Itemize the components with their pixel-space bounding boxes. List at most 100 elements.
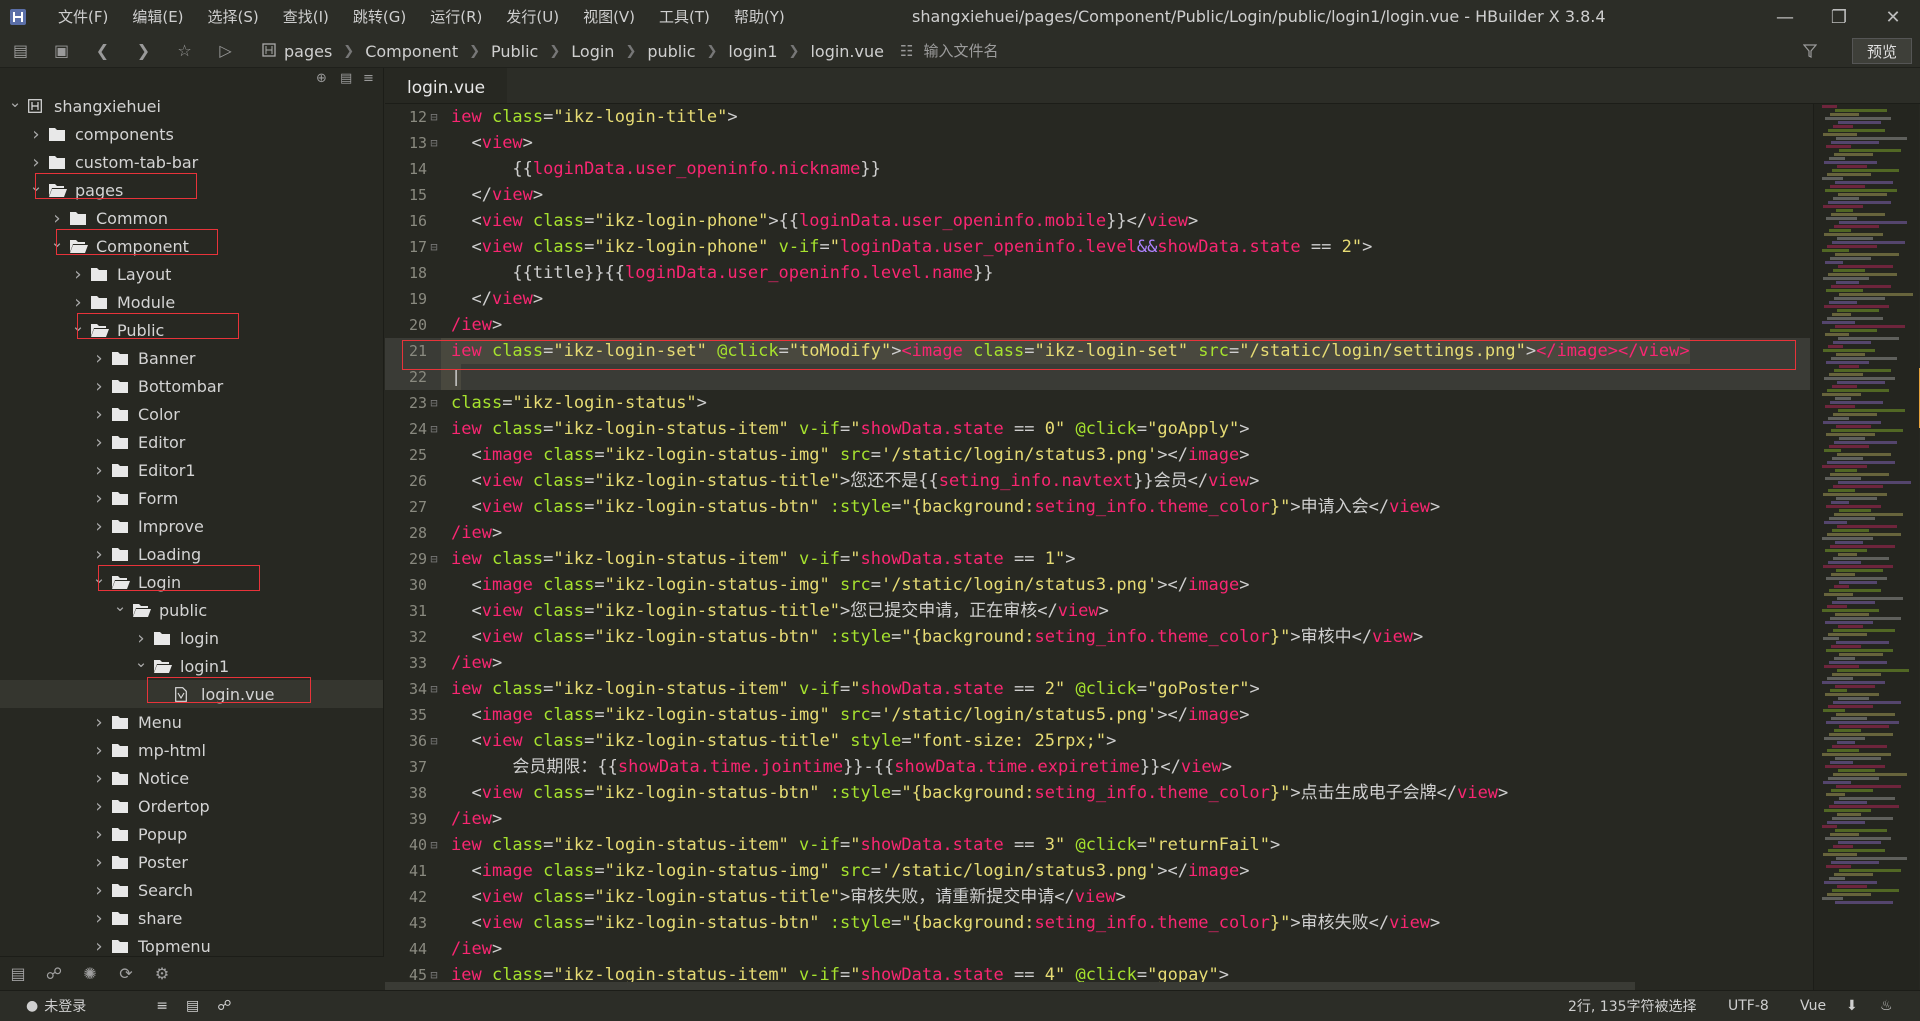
terminal-icon[interactable]: ▤ [186,998,199,1014]
code-line[interactable]: 14 {{loginData.user_openinfo.nickname}} [385,156,1810,182]
code-line[interactable]: 28/iew> [385,520,1810,546]
tree-folder-item[interactable]: ⌄ shangxiehuei [0,92,383,120]
language-mode[interactable]: Vue [1800,998,1826,1014]
fold-minus-icon[interactable]: ⊟ [427,546,441,572]
code-line[interactable]: 40 ⊟ iew class="ikz-login-status-item" v-i… [385,832,1810,858]
chevron-right-icon[interactable]: › [71,264,85,285]
chevron-down-icon[interactable]: ⌄ [71,317,85,335]
close-icon[interactable]: ✕ [1866,0,1920,34]
preview-button[interactable]: 预览 [1852,38,1912,64]
fold-minus-icon[interactable]: ⊟ [427,416,441,442]
code-line[interactable]: 15 </view> [385,182,1810,208]
chevron-down-icon[interactable]: ⌄ [8,93,22,111]
tree-folder-item[interactable]: › Editor1 [0,456,383,484]
chevron-down-icon[interactable]: ⌄ [29,177,43,195]
fold-minus-icon[interactable]: ⊟ [427,130,441,156]
login-status[interactable]: 未登录 [44,996,86,1016]
code-line[interactable]: 41 <image class="ikz-login-status-img" s… [385,858,1810,884]
code-line[interactable]: 31 <view class="ikz-login-status-title">… [385,598,1810,624]
chevron-right-icon[interactable]: › [29,152,43,173]
chevron-right-icon[interactable]: › [92,544,106,565]
code-line[interactable]: 13 ⊟ <view> [385,130,1810,156]
code-line[interactable]: 24 ⊟ iew class="ikz-login-status-item" v-i… [385,416,1810,442]
fold-minus-icon[interactable]: ⊟ [427,832,441,858]
horizontal-scrollbar[interactable] [385,982,1635,990]
chevron-down-icon[interactable]: ⌄ [113,597,127,615]
tree-folder-item[interactable]: ⌄ Public [0,316,383,344]
encoding[interactable]: UTF-8 [1728,998,1769,1014]
binoculars-icon[interactable]: ☍ [36,964,72,983]
breadcrumb-item[interactable]: public [647,42,695,61]
bug-icon[interactable]: ✺ [72,964,108,983]
code-line[interactable]: 25 <image class="ikz-login-status-img" s… [385,442,1810,468]
menu-item[interactable]: 运行(R) [418,0,494,34]
breadcrumb-item[interactable]: Login [571,42,614,61]
chevron-right-icon[interactable]: › [50,208,64,229]
tree-folder-item[interactable]: › Topmenu [0,932,383,957]
code-line[interactable]: 36 ⊟ <view class="ikz-login-status-title"… [385,728,1810,754]
list-icon[interactable]: ≡ [156,998,168,1014]
code-line[interactable]: 26 <view class="ikz-login-status-title">… [385,468,1810,494]
tree-folder-item[interactable]: › Poster [0,848,383,876]
tree-folder-item[interactable]: › Loading [0,540,383,568]
tree-folder-item[interactable]: › Improve [0,512,383,540]
tree-folder-item[interactable]: › custom-tab-bar [0,148,383,176]
breadcrumb-item[interactable]: login.vue [810,42,884,61]
code-line[interactable]: 16 <view class="ikz-login-phone">{{login… [385,208,1810,234]
tree-folder-item[interactable]: ⌄ login1 [0,652,383,680]
tree-folder-item[interactable]: › Notice [0,764,383,792]
menu-item[interactable]: 编辑(E) [120,0,195,34]
chevron-down-icon[interactable]: ⌄ [134,653,148,671]
chevron-right-icon[interactable]: › [92,404,106,425]
tab-login-vue[interactable]: login.vue [385,68,508,103]
chevron-right-icon[interactable]: › [92,460,106,481]
code-line[interactable]: 37 会员期限：{{showData.time.jointime}}-{{sho… [385,754,1810,780]
tree-folder-item[interactable]: › Bottombar [0,372,383,400]
code-line[interactable]: 30 <image class="ikz-login-status-img" s… [385,572,1810,598]
code-line[interactable]: 42 <view class="ikz-login-status-title">… [385,884,1810,910]
menu-item[interactable]: 文件(F) [46,0,120,34]
forward-icon[interactable]: ❯ [123,34,164,68]
web-icon[interactable]: ☍ [217,998,231,1014]
tree-folder-item[interactable]: › Banner [0,344,383,372]
tree-folder-item[interactable]: › Menu [0,708,383,736]
star-icon[interactable]: ☆ [164,34,205,68]
bell-icon[interactable]: ♨ [1880,998,1893,1014]
plugin-icon[interactable]: ⚙ [144,964,180,983]
tree-folder-item[interactable]: › Color [0,400,383,428]
tree-folder-item[interactable]: › share [0,904,383,932]
code-line[interactable]: 19 </view> [385,286,1810,312]
code-line[interactable]: 12 ⊟ iew class="ikz-login-title"> [385,104,1810,130]
code-line[interactable]: 29 ⊟ iew class="ikz-login-status-item" v-i… [385,546,1810,572]
tree-folder-item[interactable]: › components [0,120,383,148]
code-area[interactable]: 12 ⊟ iew class="ikz-login-title"> 13 ⊟ <view… [385,104,1810,990]
minimap[interactable] [1813,104,1919,990]
chevron-right-icon[interactable]: › [92,712,106,733]
tree-folder-item[interactable]: › Common [0,204,383,232]
chevron-right-icon[interactable]: › [134,628,148,649]
menu-item[interactable]: 选择(S) [196,0,271,34]
tree-folder-item[interactable]: ⌄ Component [0,232,383,260]
fold-minus-icon[interactable]: ⊟ [427,234,441,260]
chevron-right-icon[interactable]: › [92,768,106,789]
breadcrumb-item[interactable]: Public [491,42,538,61]
fold-minus-icon[interactable]: ⊟ [427,390,441,416]
tree-folder-item[interactable]: › Ordertop [0,792,383,820]
chevron-right-icon[interactable]: › [92,936,106,957]
chevron-right-icon[interactable]: › [92,432,106,453]
minimize-icon[interactable]: — [1758,0,1812,34]
tree-folder-item[interactable]: › Layout [0,260,383,288]
chevron-right-icon[interactable]: › [92,376,106,397]
maximize-icon[interactable]: ❐ [1812,0,1866,34]
code-line[interactable]: 20/iew> [385,312,1810,338]
code-line[interactable]: 32 <view class="ikz-login-status-btn" :s… [385,624,1810,650]
menu-item[interactable]: 跳转(G) [341,0,418,34]
tree-folder-item[interactable]: ⌄ pages [0,176,383,204]
code-line[interactable]: 34 ⊟ iew class="ikz-login-status-item" v-i… [385,676,1810,702]
chevron-right-icon[interactable]: › [92,516,106,537]
fold-minus-icon[interactable]: ⊟ [427,728,441,754]
tree-folder-item[interactable]: ⌄ Login [0,568,383,596]
chevron-down-icon[interactable]: ⌄ [92,569,106,587]
tree-folder-item[interactable]: ⌄ public [0,596,383,624]
run-icon[interactable]: ▷ [205,34,246,68]
